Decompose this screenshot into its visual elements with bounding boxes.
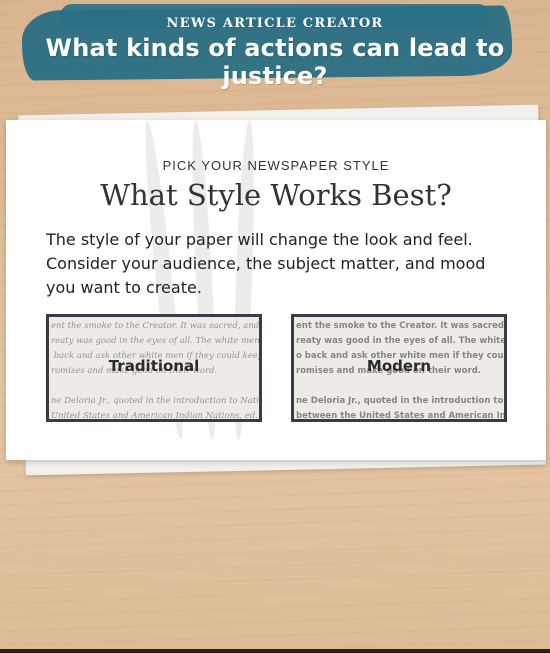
bottom-edge xyxy=(0,649,550,653)
traditional-label: Traditional xyxy=(108,357,200,375)
card-title: What Style Works Best? xyxy=(100,178,452,212)
modern-label: Modern xyxy=(366,357,432,375)
modern-style-button[interactable]: ent the smoke to the Creator. It was sac… xyxy=(291,314,507,422)
style-picker-card: PICK YOUR NEWSPAPER STYLE What Style Wor… xyxy=(6,119,546,460)
traditional-style-button[interactable]: ent the smoke to the Creator. It was sac… xyxy=(46,314,262,422)
card-eyebrow: PICK YOUR NEWSPAPER STYLE xyxy=(162,158,390,173)
page-title: What kinds of actions can lead to justic… xyxy=(45,34,505,90)
app-eyebrow: NEWS ARTICLE CREATOR xyxy=(166,16,384,31)
card-description: The style of your paper will change the … xyxy=(46,230,486,297)
